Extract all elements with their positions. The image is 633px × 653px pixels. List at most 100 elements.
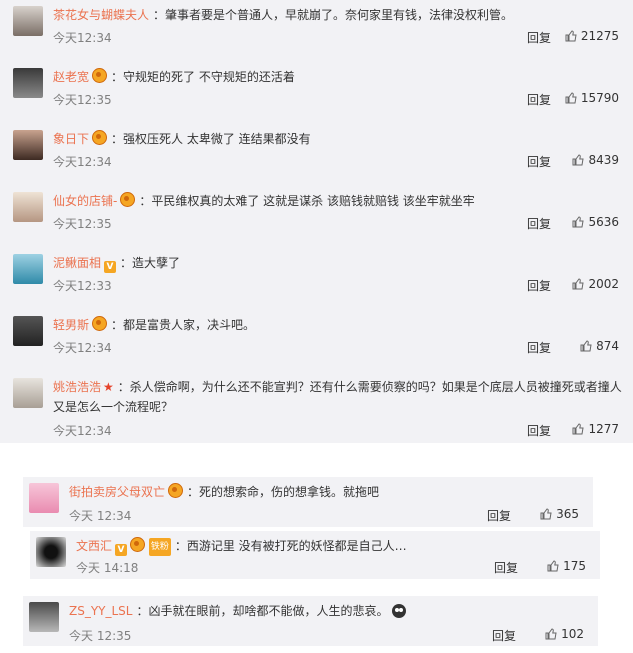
comment-text: ：都是富贵人家，决斗吧。 [111, 318, 256, 332]
sub-comment-item: 街拍卖房父母双亡 ：死的想索命，伤的想拿钱。就拖吧 今天 12:34 回复 365 [23, 477, 593, 527]
reply-button[interactable]: 回复 [487, 507, 511, 524]
reply-button[interactable]: 回复 [494, 559, 518, 576]
like-count: 365 [556, 507, 579, 521]
reply-button[interactable]: 回复 [527, 422, 551, 439]
reply-button[interactable]: 回复 [527, 277, 551, 294]
like-count: 2002 [588, 277, 619, 291]
timestamp: 今天12:33 [53, 279, 112, 293]
reply-button[interactable]: 回复 [527, 91, 551, 108]
thumb-up-icon [565, 30, 577, 42]
thumb-up-icon [540, 508, 552, 520]
avatar[interactable] [36, 537, 66, 567]
member-badge-icon [130, 537, 146, 552]
comment-text: ：强权压死人 太卑微了 连结果都没有 [111, 132, 311, 146]
timestamp: 今天12:35 [53, 93, 112, 107]
thumb-up-icon [545, 628, 557, 640]
member-badge-icon [92, 130, 108, 145]
username[interactable]: 姚浩浩浩 [53, 380, 101, 394]
username[interactable]: 泥鳅面相 [53, 256, 101, 270]
comment-text: ：造大孽了 [120, 256, 181, 270]
avatar[interactable] [13, 6, 43, 36]
like-count: 1277 [588, 422, 619, 436]
like-button[interactable]: 175 [547, 559, 586, 573]
like-button[interactable]: 21275 [565, 29, 619, 43]
like-count: 175 [563, 559, 586, 573]
comment-text: ：西游记里 没有被打死的妖怪都是自己人… [174, 539, 407, 553]
timestamp: 今天12:35 [53, 217, 112, 231]
like-button[interactable]: 2002 [572, 277, 619, 291]
username[interactable]: 象日下 [53, 132, 89, 146]
like-button[interactable]: 102 [545, 627, 584, 641]
thumb-up-icon [572, 154, 585, 166]
reply-button[interactable]: 回复 [492, 627, 516, 644]
avatar[interactable] [29, 483, 59, 513]
comment-text: ：守规矩的死了 不守规矩的还活着 [111, 70, 295, 84]
username[interactable]: 赵老宽 [53, 70, 89, 84]
thumb-up-icon [580, 340, 592, 352]
sub-comment-item: 文西汇 V 铁粉 ：西游记里 没有被打死的妖怪都是自己人… 今天 14:18 回复 … [30, 531, 600, 579]
timestamp: 今天12:34 [53, 155, 112, 169]
username[interactable]: 茶花女与蝴蝶夫人 [53, 8, 149, 22]
comment-item: 轻男斯 ：都是富贵人家，决斗吧。 今天12:34 回复 874 [0, 310, 633, 372]
like-button[interactable]: 874 [580, 339, 619, 353]
like-button[interactable]: 8439 [572, 153, 619, 167]
like-count: 102 [561, 627, 584, 641]
comment-text: ：杀人偿命啊，为什么还不能宣判？还有什么需要侦察的吗？如果是个底层人员被撞死或者… [117, 380, 622, 394]
thumb-up-icon [572, 423, 585, 435]
like-button[interactable]: 1277 [572, 422, 619, 436]
verified-v-icon: V [115, 544, 128, 556]
reply-button[interactable]: 回复 [527, 215, 551, 232]
username[interactable]: 街拍卖房父母双亡 [69, 485, 165, 499]
comment-panel: 茶花女与蝴蝶夫人 ：肇事者要是个普通人，早就崩了。奈何家里有钱，法律没权利管。 今… [0, 0, 633, 443]
member-badge-icon [168, 483, 184, 498]
timestamp: 今天12:34 [53, 341, 112, 355]
comment-text: ：肇事者要是个普通人，早就崩了。奈何家里有钱，法律没权利管。 [153, 8, 514, 22]
timestamp: 今天 12:34 [69, 509, 132, 523]
comment-item: 泥鳅面相 V ：造大孽了 今天12:33 回复 2002 [0, 248, 633, 310]
reply-button[interactable]: 回复 [527, 29, 551, 46]
comment-item: 茶花女与蝴蝶夫人 ：肇事者要是个普通人，早就崩了。奈何家里有钱，法律没权利管。 今… [0, 0, 633, 62]
comment-text: ：死的想索命，伤的想拿钱。就拖吧 [187, 485, 380, 499]
username[interactable]: ZS_YY_LSL [69, 604, 133, 618]
timestamp: 今天12:34 [53, 424, 112, 438]
comment-text: ：凶手就在眼前，却啥都不能做，人生的悲哀。 [136, 604, 389, 618]
reply-button[interactable]: 回复 [527, 153, 551, 170]
timestamp: 今天12:34 [53, 31, 112, 45]
avatar[interactable] [13, 378, 43, 408]
timestamp: 今天 14:18 [76, 561, 139, 575]
like-count: 5636 [588, 215, 619, 229]
comment-text: ：平民维权真的太难了 这就是谋杀 该赔钱就赔钱 该坐牢就坐牢 [139, 194, 475, 208]
member-badge-icon [92, 316, 108, 331]
avatar[interactable] [29, 602, 59, 632]
like-count: 21275 [580, 29, 619, 43]
like-count: 8439 [588, 153, 619, 167]
avatar[interactable] [13, 192, 43, 222]
avatar[interactable] [13, 68, 43, 98]
emoji-icon [391, 604, 406, 618]
member-badge-icon [92, 68, 108, 83]
fan-tag: 铁粉 [148, 538, 171, 556]
avatar[interactable] [13, 130, 43, 160]
comment-item: 姚浩浩浩 ★ ：杀人偿命啊，为什么还不能宣判？还有什么需要侦察的吗？如果是个底层人员… [0, 372, 633, 443]
like-button[interactable]: 5636 [572, 215, 619, 229]
like-button[interactable]: 15790 [565, 91, 619, 105]
username[interactable]: 仙女的店铺- [53, 194, 117, 208]
timestamp: 今天 12:35 [69, 629, 132, 643]
avatar[interactable] [13, 316, 43, 346]
like-count: 874 [596, 339, 619, 353]
username[interactable]: 文西汇 [76, 539, 112, 553]
member-badge-icon [120, 192, 136, 207]
reply-button[interactable]: 回复 [527, 339, 551, 356]
like-count: 15790 [580, 91, 619, 105]
thumb-up-icon [572, 278, 585, 290]
sub-comment-item: ZS_YY_LSL ：凶手就在眼前，却啥都不能做，人生的悲哀。 今天 12:35 … [23, 596, 598, 646]
username[interactable]: 轻男斯 [53, 318, 89, 332]
comment-item: 仙女的店铺- ：平民维权真的太难了 这就是谋杀 该赔钱就赔钱 该坐牢就坐牢 今天1… [0, 186, 633, 248]
thumb-up-icon [547, 560, 559, 572]
comment-item: 象日下 ：强权压死人 太卑微了 连结果都没有 今天12:34 回复 8439 [0, 124, 633, 186]
verified-v-icon: V [104, 261, 117, 273]
star-icon: ★ [103, 380, 114, 394]
like-button[interactable]: 365 [540, 507, 579, 521]
comment-text-continued: 又是怎么一个流程呢？ [53, 400, 174, 414]
avatar[interactable] [13, 254, 43, 284]
